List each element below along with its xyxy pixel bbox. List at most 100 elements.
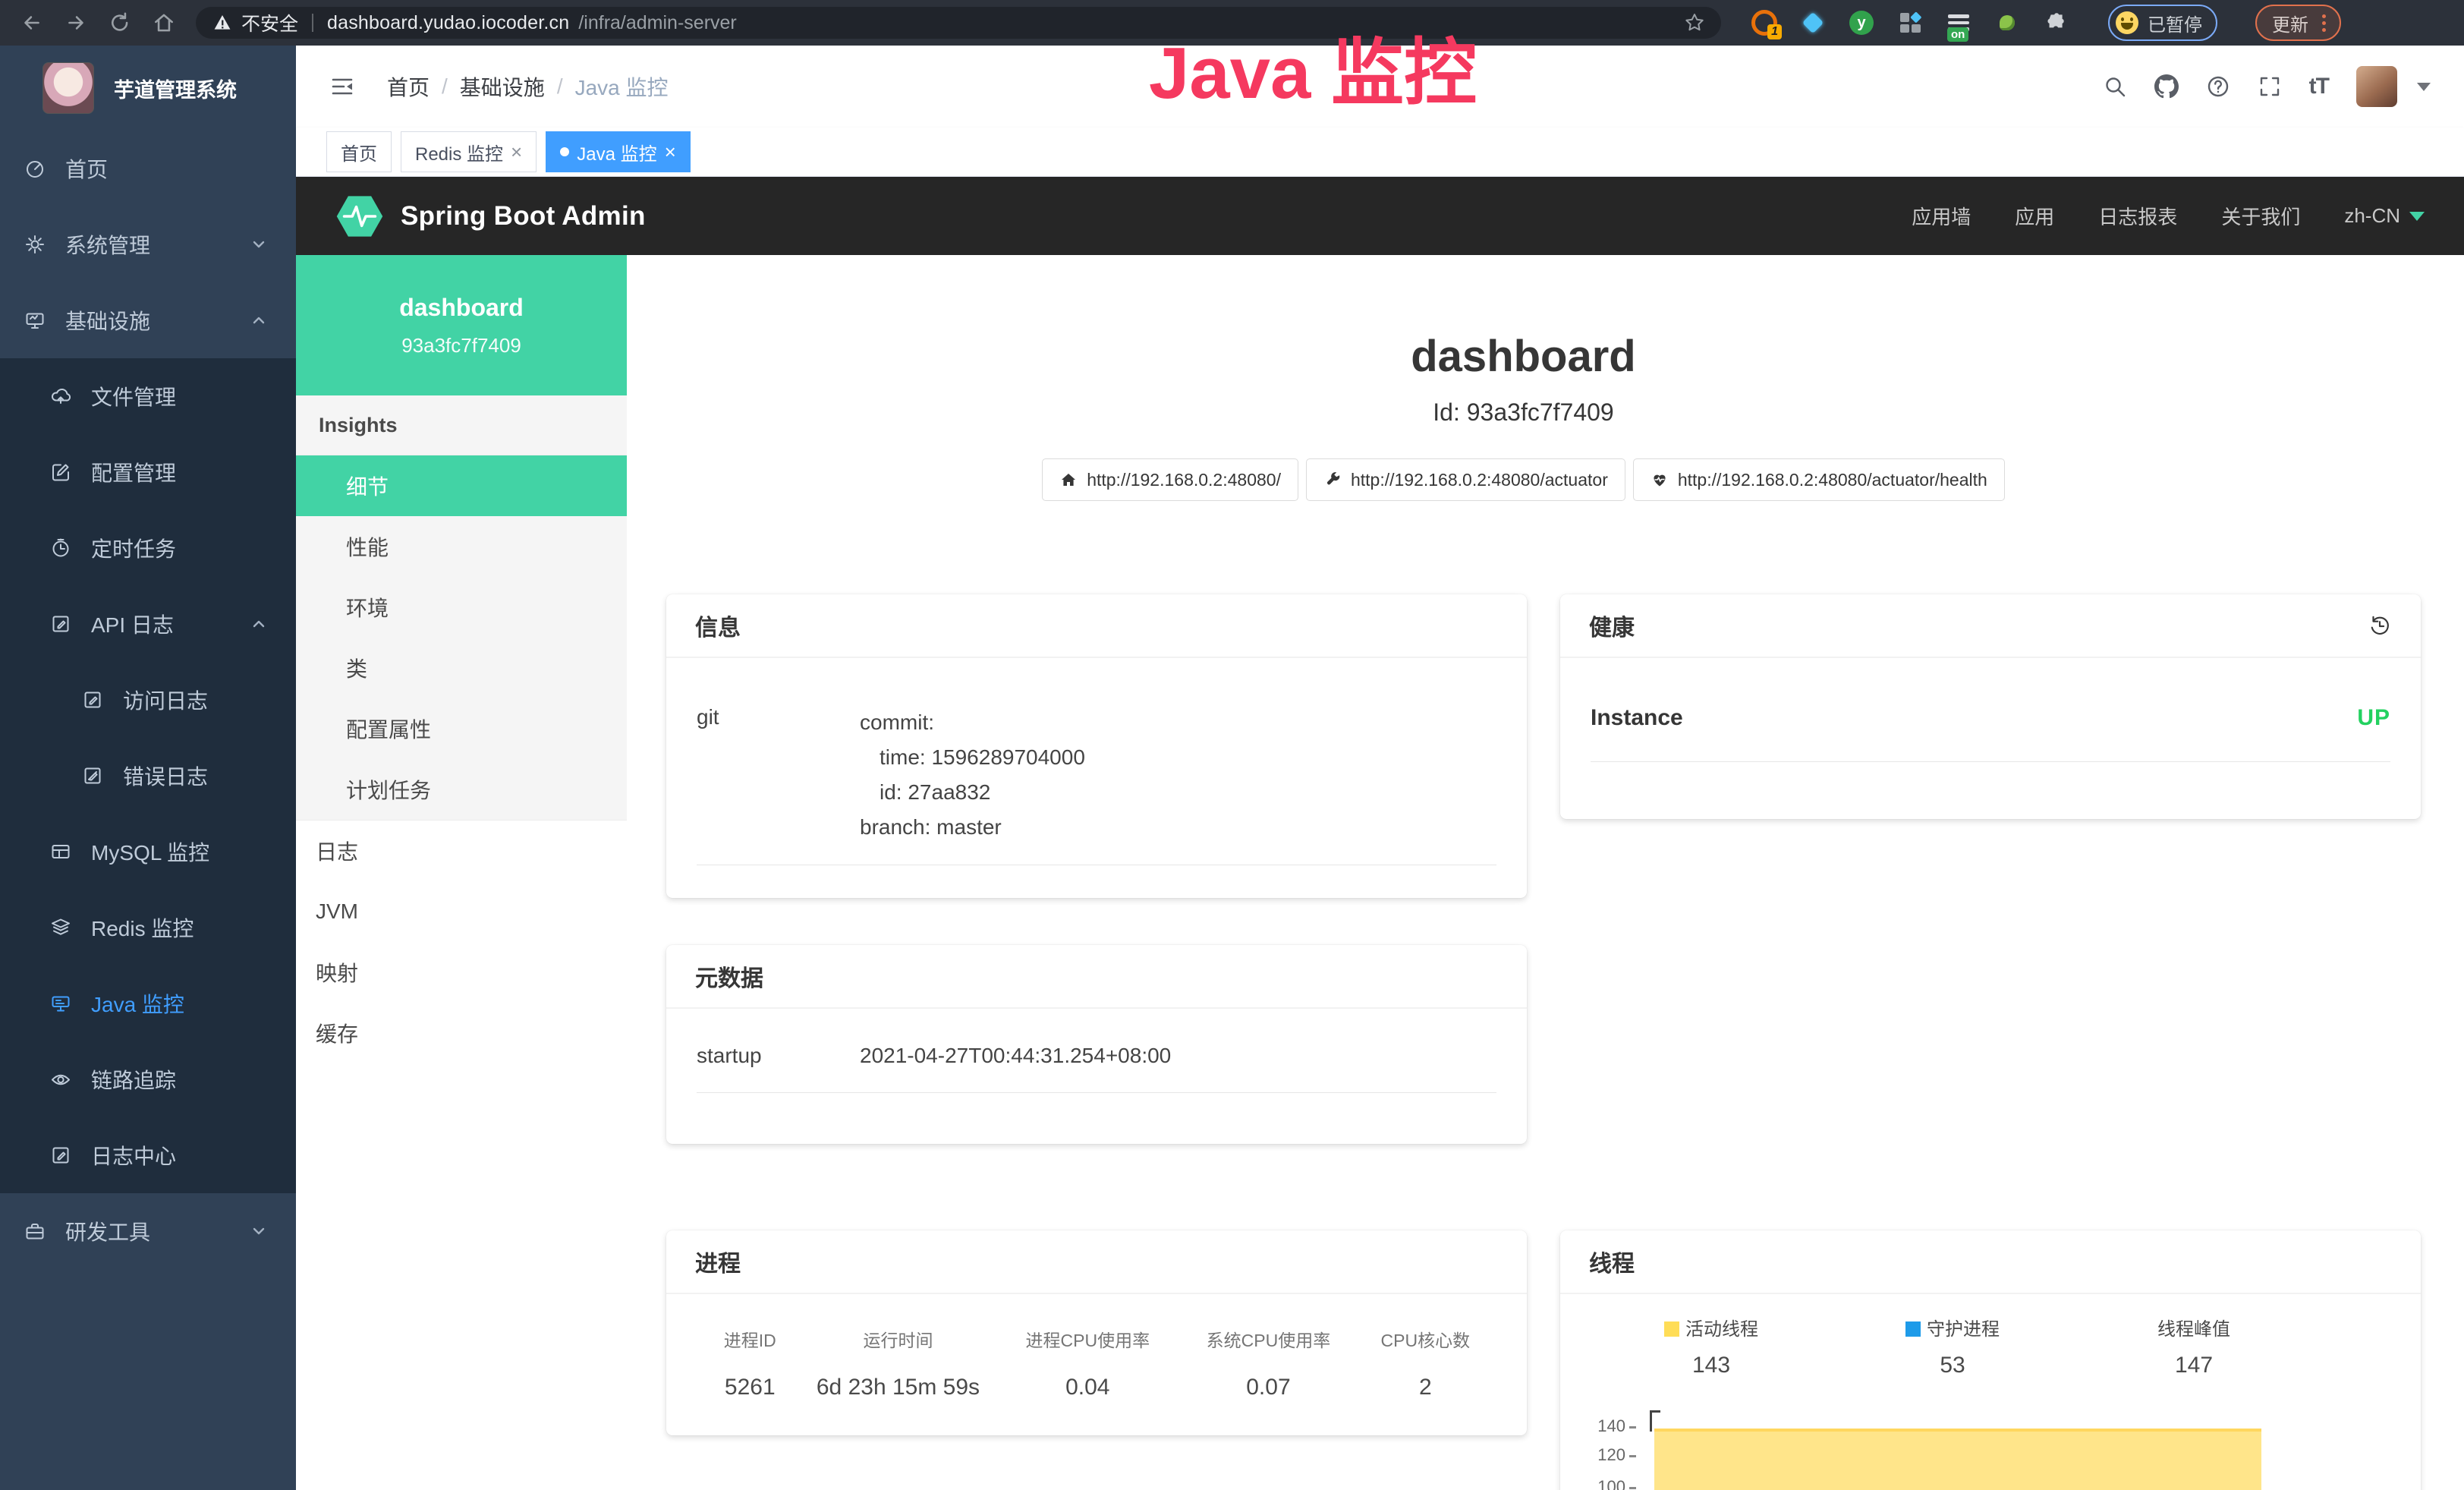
system-cpu: 0.07 <box>1182 1375 1354 1400</box>
user-caret-icon[interactable] <box>2417 83 2431 91</box>
monitor-icon <box>24 310 46 331</box>
extension-pin-icon[interactable] <box>1800 10 1826 36</box>
sidebar-item-tracing[interactable]: 链路追踪 <box>0 1041 296 1117</box>
tab-redis-monitor[interactable]: Redis 监控 × <box>401 131 537 172</box>
sba-nav-journal[interactable]: 日志报表 <box>2098 202 2177 230</box>
search-icon[interactable] <box>2103 74 2127 99</box>
extension-badge: 1 <box>1767 24 1782 39</box>
health-card: 健康 Instance UP <box>1560 594 2421 819</box>
tab-java-monitor[interactable]: Java 监控 × <box>546 131 691 172</box>
warning-icon[interactable] <box>212 13 232 33</box>
instance-header[interactable]: dashboard 93a3fc7f7409 <box>296 255 627 395</box>
reload-icon[interactable] <box>108 11 132 35</box>
log-icon <box>50 613 71 635</box>
tab-home[interactable]: 首页 <box>326 131 392 172</box>
back-icon[interactable] <box>20 11 44 35</box>
brand-title[interactable]: Spring Boot Admin <box>401 201 646 232</box>
extension-leaf-icon[interactable] <box>1994 10 2020 36</box>
log-icon <box>82 765 103 786</box>
menu-item-details[interactable]: 细节 <box>296 455 627 516</box>
browser-menu-icon[interactable] <box>2322 21 2326 25</box>
breadcrumb-home[interactable]: 首页 <box>387 71 430 102</box>
sidebar-item-home[interactable]: 首页 <box>0 131 296 206</box>
extension-tabs-icon[interactable]: on <box>1946 10 1972 36</box>
menu-item-mappings[interactable]: 映射 <box>296 942 627 1003</box>
breadcrumb-infrastructure[interactable]: 基础设施 <box>460 71 545 102</box>
process-uptime: 6d 23h 15m 59s <box>804 1375 993 1400</box>
menu-item-scheduled-tasks[interactable]: 计划任务 <box>296 759 627 820</box>
fullscreen-icon[interactable] <box>2258 74 2282 99</box>
active-tab-dot <box>560 147 569 156</box>
paused-label: 已暂停 <box>2148 10 2202 36</box>
sba-nav-wallboard[interactable]: 应用墙 <box>1912 202 1971 230</box>
sba-locale-select[interactable]: zh-CN <box>2344 204 2425 228</box>
threads-chart: 140 120 100 <box>1560 1398 2421 1490</box>
sba-nav-applications[interactable]: 应用 <box>2015 202 2054 230</box>
bookmark-star-icon[interactable] <box>1683 11 1706 34</box>
font-size-icon[interactable]: tT <box>2309 74 2329 99</box>
sidebar-item-redis-monitor[interactable]: Redis 监控 <box>0 890 296 966</box>
menu-item-config-properties[interactable]: 配置属性 <box>296 698 627 759</box>
sidebar-item-mysql-monitor[interactable]: MySQL 监控 <box>0 814 296 890</box>
menu-group-insights: Insights 细节 性能 环境 类 配置属性 计划任务 <box>296 395 627 821</box>
heartbeat-icon <box>1651 471 1669 489</box>
history-icon[interactable] <box>2368 613 2392 638</box>
endpoint-health-button[interactable]: http://192.168.0.2:48080/actuator/health <box>1633 458 2005 501</box>
sba-header: Spring Boot Admin 应用墙 应用 日志报表 关于我们 zh-CN <box>296 177 2464 255</box>
app-logo-row[interactable]: 芋道管理系统 <box>0 46 296 131</box>
home-icon <box>1059 471 1078 489</box>
sidebar-item-file-management[interactable]: 文件管理 <box>0 358 296 434</box>
sba-nav-about[interactable]: 关于我们 <box>2221 202 2300 230</box>
extensions-puzzle-icon[interactable] <box>2043 11 2067 35</box>
sidebar-item-error-logs[interactable]: 错误日志 <box>0 738 296 814</box>
menu-item-classes[interactable]: 类 <box>296 638 627 698</box>
threads-area-series <box>1654 1429 2261 1490</box>
profile-paused-badge[interactable]: 已暂停 <box>2108 5 2217 41</box>
on-badge: on <box>1947 27 1968 42</box>
chevron-up-icon <box>250 312 267 329</box>
browser-update-button[interactable]: 更新 <box>2255 5 2341 41</box>
menu-item-environment[interactable]: 环境 <box>296 577 627 638</box>
threads-live-value: 143 <box>1591 1353 1832 1378</box>
close-icon[interactable]: × <box>665 142 676 162</box>
extension-y-icon[interactable]: y <box>1849 10 1874 36</box>
menu-item-jvm[interactable]: JVM <box>296 881 627 942</box>
sidebar-submenu-infrastructure: 文件管理 配置管理 定时任务 API 日志 访问日志 <box>0 358 296 1193</box>
url-path: /infra/admin-server <box>578 12 736 34</box>
chevron-down-icon <box>250 1223 267 1240</box>
close-icon[interactable]: × <box>511 142 522 162</box>
sidebar-collapse-icon[interactable] <box>329 74 355 99</box>
card-title: 元数据 <box>695 959 763 993</box>
card-title: 线程 <box>1589 1245 1635 1278</box>
sidebar-item-log-center[interactable]: 日志中心 <box>0 1117 296 1193</box>
user-avatar[interactable] <box>2356 66 2397 107</box>
menu-item-logfile[interactable]: 日志 <box>296 821 627 881</box>
extension-grid-icon[interactable] <box>1897 10 1923 36</box>
legend-swatch-live <box>1664 1321 1679 1337</box>
help-icon[interactable] <box>2206 74 2230 99</box>
forward-icon[interactable] <box>64 11 88 35</box>
instance-name: dashboard <box>399 294 524 322</box>
sidebar-item-system-management[interactable]: 系统管理 <box>0 206 296 282</box>
page-title: dashboard <box>627 331 2420 382</box>
app-title: 芋道管理系统 <box>114 74 237 103</box>
sidebar-item-java-monitor[interactable]: Java 监控 <box>0 966 296 1041</box>
sidebar-item-api-logs[interactable]: API 日志 <box>0 586 296 662</box>
sidebar-item-dev-tools[interactable]: 研发工具 <box>0 1193 296 1269</box>
metadata-row-value: 2021-04-27T00:44:31.254+08:00 <box>860 1044 1171 1068</box>
database-icon <box>50 841 71 862</box>
extension-orange-icon[interactable]: 1 <box>1751 10 1777 36</box>
home-icon[interactable] <box>152 11 176 35</box>
sidebar-item-scheduled-jobs[interactable]: 定时任务 <box>0 510 296 586</box>
github-icon[interactable] <box>2154 74 2179 99</box>
sidebar-item-access-logs[interactable]: 访问日志 <box>0 662 296 738</box>
sidebar-item-infrastructure[interactable]: 基础设施 <box>0 282 296 358</box>
endpoint-home-button[interactable]: http://192.168.0.2:48080/ <box>1042 458 1298 501</box>
breadcrumb-separator: / <box>442 74 448 99</box>
sidebar-item-config-management[interactable]: 配置管理 <box>0 434 296 510</box>
threads-card: 线程 活动线程 143 守护进程 53 <box>1560 1230 2421 1490</box>
menu-item-caches[interactable]: 缓存 <box>296 1003 627 1063</box>
menu-item-performance[interactable]: 性能 <box>296 516 627 577</box>
endpoint-actuator-button[interactable]: http://192.168.0.2:48080/actuator <box>1306 458 1625 501</box>
threads-daemon-value: 53 <box>1832 1353 2073 1378</box>
